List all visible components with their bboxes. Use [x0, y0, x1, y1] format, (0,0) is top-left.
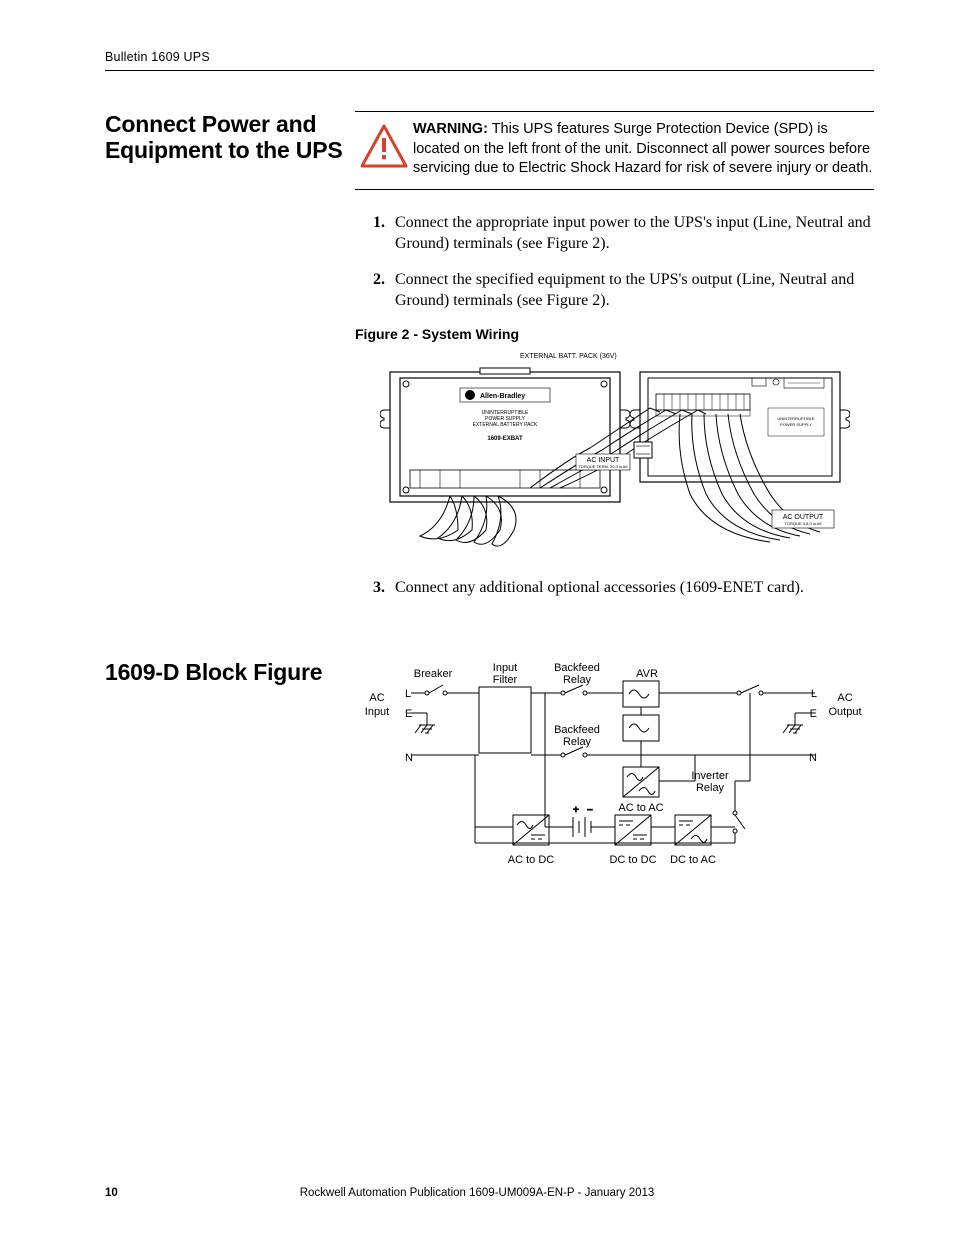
svg-text:AC to AC: AC to AC — [618, 802, 663, 814]
ext-batt-label: EXTERNAL BATT. PACK (36V) — [520, 353, 617, 360]
svg-text:N: N — [405, 752, 413, 764]
svg-text:TORQUE TERM. 20.0 in-lbf: TORQUE TERM. 20.0 in-lbf — [578, 464, 628, 469]
svg-text:Breaker: Breaker — [414, 668, 453, 680]
step-2: Connect the specified equipment to the U… — [389, 269, 874, 312]
svg-text:AC INPUT: AC INPUT — [586, 457, 619, 464]
svg-text:Relay: Relay — [563, 736, 592, 748]
svg-text:Input: Input — [365, 706, 389, 718]
heading-line2: Equipment to the UPS — [105, 137, 343, 163]
section-heading-connect: Connect Power and Equipment to the UPS — [105, 111, 355, 164]
page-footer: 10 Rockwell Automation Publication 1609-… — [0, 1187, 954, 1199]
svg-text:−: − — [587, 805, 593, 816]
svg-text:AVR: AVR — [636, 668, 658, 680]
svg-text:AC to DC: AC to DC — [508, 854, 555, 866]
svg-text:Inverter: Inverter — [691, 770, 729, 782]
svg-text:1609-EXBAT: 1609-EXBAT — [487, 436, 523, 442]
svg-text:AC: AC — [369, 692, 384, 704]
heading-line1: Connect Power and — [105, 111, 316, 137]
svg-text:UNINTERRUPTIBLE: UNINTERRUPTIBLE — [777, 416, 815, 421]
svg-text:+: + — [573, 805, 579, 816]
svg-text:L: L — [811, 688, 817, 700]
svg-text:TORQUE 4-8.0 in-lbf: TORQUE 4-8.0 in-lbf — [784, 521, 822, 526]
svg-text:AC: AC — [837, 692, 852, 704]
svg-text:Input: Input — [493, 662, 517, 674]
figure-block-diagram: Breaker Input Filter Backfeed Relay AVR … — [355, 659, 875, 889]
step-3: Connect any additional optional accessor… — [389, 577, 874, 599]
svg-text:Relay: Relay — [696, 782, 725, 794]
running-header: Bulletin 1609 UPS — [105, 50, 874, 71]
svg-text:E: E — [810, 708, 817, 720]
svg-text:EXTERNAL BATTERY PACK: EXTERNAL BATTERY PACK — [472, 422, 537, 428]
svg-text:L: L — [405, 688, 411, 700]
step-1: Connect the appropriate input power to t… — [389, 212, 874, 255]
warning-text: WARNING: This UPS features Surge Protect… — [413, 120, 874, 179]
svg-text:AC OUTPUT: AC OUTPUT — [782, 514, 823, 521]
publication-info: Rockwell Automation Publication 1609-UM0… — [300, 1187, 655, 1199]
warning-box: WARNING: This UPS features Surge Protect… — [355, 111, 874, 190]
svg-text:Backfeed: Backfeed — [554, 724, 600, 736]
warning-triangle-icon — [355, 120, 413, 168]
section-heading-block-figure: 1609-D Block Figure — [105, 659, 355, 685]
svg-text:Backfeed: Backfeed — [554, 662, 600, 674]
svg-text:DC to AC: DC to AC — [670, 854, 716, 866]
page-number: 10 — [105, 1187, 118, 1199]
svg-text:Relay: Relay — [563, 674, 592, 686]
figure-2-system-wiring: EXTERNAL BATT. PACK (36V) Allen-Brad — [355, 348, 874, 563]
svg-text:Output: Output — [828, 706, 861, 718]
svg-text:POWER SUPPLY: POWER SUPPLY — [780, 422, 812, 427]
svg-text:Filter: Filter — [493, 674, 518, 686]
warning-label: WARNING: — [413, 121, 488, 137]
figure-2-caption: Figure 2 - System Wiring — [355, 326, 874, 342]
svg-text:Allen-Bradley: Allen-Bradley — [480, 393, 525, 400]
svg-text:E: E — [405, 708, 412, 720]
svg-text:N: N — [809, 752, 817, 764]
svg-text:DC to DC: DC to DC — [609, 854, 656, 866]
